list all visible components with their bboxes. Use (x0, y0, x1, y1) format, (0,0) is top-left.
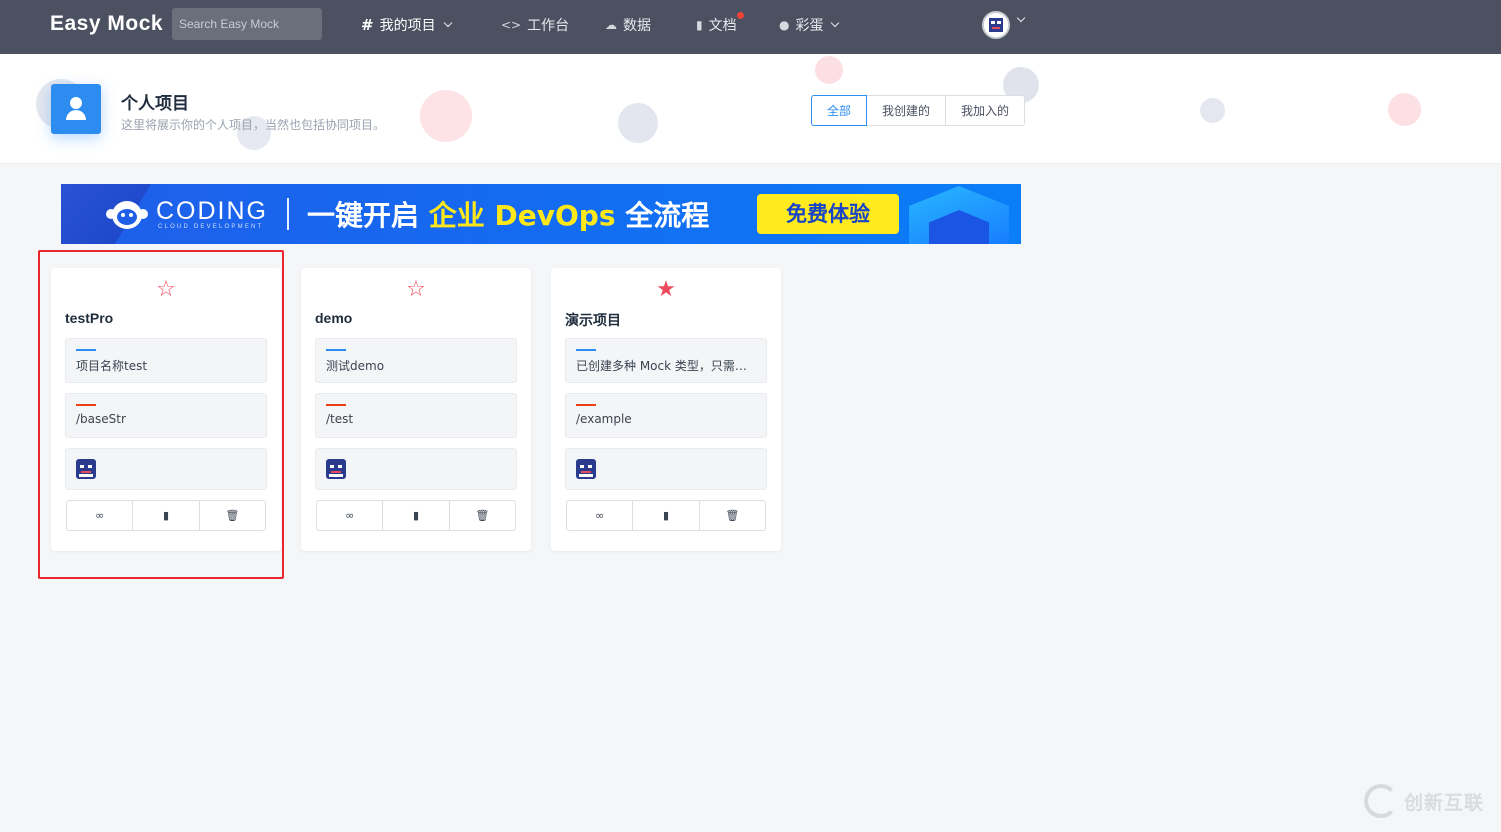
project-card[interactable]: ★ 演示项目 已创建多种 Mock 类型，只需点击预览便可查看效果。 /exam… (551, 268, 781, 551)
nav-label: 数据 (623, 18, 651, 34)
filter-created-button[interactable]: 我创建的 (866, 95, 947, 126)
nav-workbench[interactable]: <> 工作台 (501, 15, 569, 35)
nav-label: 我的项目 (379, 18, 436, 34)
banner-brand-sub: CLOUD DEVELOPMENT (158, 224, 264, 230)
project-card[interactable]: ☆ demo 测试demo /test ∞ ▮ 🗑 (301, 268, 531, 551)
nav-label: 文档 (708, 18, 737, 34)
free-trial-button[interactable]: 免费体验 (757, 194, 899, 234)
project-name[interactable]: 演示项目 (565, 310, 621, 330)
banner-brand: CODING (156, 197, 268, 225)
project-members (565, 448, 767, 490)
hash-icon: # (361, 16, 374, 34)
chevron-down-icon (831, 18, 840, 28)
nav-label: 彩蛋 (795, 18, 824, 34)
banner-slogan: 一键开启 企业 DevOps 全流程 (307, 199, 710, 232)
member-avatar[interactable] (326, 459, 346, 479)
project-actions: ∞ ▮ 🗑 (566, 500, 766, 531)
top-nav-bar: Easy Mock # 我的项目 <> 工作台 ☁ 数据 ▮ 文档 ● 彩蛋 (0, 0, 1501, 54)
star-outline-icon[interactable]: ☆ (301, 277, 531, 302)
chevron-down-icon[interactable] (1016, 13, 1026, 23)
cloud-icon: ☁ (605, 18, 617, 32)
project-name[interactable]: demo (315, 310, 352, 326)
decor-bubble (1388, 93, 1421, 126)
notification-badge (737, 12, 744, 19)
project-actions: ∞ ▮ 🗑 (316, 500, 516, 531)
filter-all-button[interactable]: 全部 (811, 95, 868, 126)
nav-my-projects[interactable]: # 我的项目 (361, 15, 452, 35)
page-header: 个人项目 这里将展示你的个人项目，当然也包括协同项目。 全部 我创建的 我加入的 (0, 54, 1501, 164)
watermark: 创新互联 (1364, 784, 1484, 818)
link-icon[interactable]: ∞ (317, 501, 382, 530)
copy-icon[interactable]: ▮ (382, 501, 448, 530)
project-url: /example (565, 393, 767, 438)
code-icon: <> (501, 18, 522, 32)
chevron-down-icon (443, 18, 452, 28)
decor-bubble (420, 90, 472, 142)
page-subtitle: 这里将展示你的个人项目，当然也包括协同项目。 (121, 118, 386, 132)
watermark-logo-icon (1364, 784, 1398, 818)
egg-icon: ● (779, 18, 790, 32)
coding-ad-banner[interactable]: CODING CLOUD DEVELOPMENT 一键开启 企业 DevOps … (61, 184, 1021, 244)
link-icon[interactable]: ∞ (567, 501, 632, 530)
monkey-logo-icon (106, 201, 148, 229)
decor-bubble (618, 103, 658, 143)
trash-icon[interactable]: 🗑 (448, 501, 515, 530)
member-avatar[interactable] (576, 459, 596, 479)
trash-icon[interactable]: 🗑 (698, 501, 765, 530)
copy-icon[interactable]: ▮ (632, 501, 698, 530)
decor-bubble (815, 56, 843, 84)
nav-easter-egg[interactable]: ● 彩蛋 (779, 15, 840, 35)
nav-data[interactable]: ☁ 数据 (605, 15, 651, 35)
filter-joined-button[interactable]: 我加入的 (945, 95, 1026, 126)
user-icon (51, 84, 101, 134)
project-description: 已创建多种 Mock 类型，只需点击预览便可查看效果。 (565, 338, 767, 383)
project-description: 测试demo (315, 338, 517, 383)
annotation-highlight-box (38, 250, 284, 579)
nav-docs[interactable]: ▮ 文档 (696, 12, 744, 35)
app-logo[interactable]: Easy Mock (50, 12, 163, 36)
search-input[interactable] (172, 8, 322, 40)
page-title: 个人项目 (121, 94, 189, 114)
decor-bubble (1200, 98, 1225, 123)
project-url: /test (315, 393, 517, 438)
project-filter-group: 全部 我创建的 我加入的 (811, 95, 1026, 126)
project-members (315, 448, 517, 490)
user-avatar[interactable] (982, 11, 1010, 39)
book-icon: ▮ (696, 18, 703, 32)
nav-label: 工作台 (527, 18, 570, 34)
star-filled-icon[interactable]: ★ (551, 277, 781, 302)
